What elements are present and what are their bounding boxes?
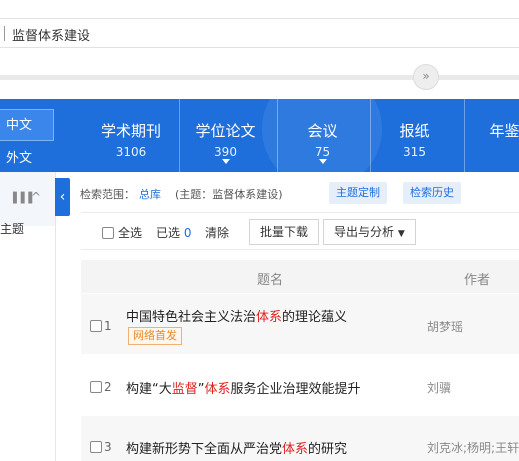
tab-journals-label: 学术期刊 (100, 122, 161, 140)
search-scope: 检索范围： 总库 (主题：监督体系建设) (80, 186, 283, 202)
scope-library[interactable]: 总库 (139, 188, 161, 201)
tab-conferences-label: 会议 (307, 122, 338, 140)
tab-journals-count: 3106 (115, 145, 147, 159)
online-first-badge: 网络首发 (128, 327, 182, 345)
row-author[interactable]: 刘骥 (427, 379, 451, 396)
search-bar[interactable]: 监督体系建设 (0, 18, 519, 48)
row-index: 1 (104, 319, 112, 333)
tab-journals[interactable]: 学术期刊 3106 (90, 99, 172, 172)
search-history-button[interactable]: 检索历史 (403, 182, 461, 204)
scope-topic-query: (主题：监督体系建设) (175, 188, 283, 201)
select-all-checkbox[interactable] (102, 226, 114, 239)
search-input[interactable]: 监督体系建设 (12, 25, 90, 44)
selected-count: 已选 0 (156, 224, 191, 241)
title-text: ” (197, 382, 205, 397)
tab-dropdown-icon (221, 159, 230, 164)
title-text: 构建新形势下全面从严治党 (126, 442, 283, 457)
result-toolbar: 全选 已选 0 清除 批量下载 导出与分析 ▼ (81, 212, 519, 250)
tab-conferences[interactable]: 会议 75 (277, 99, 367, 172)
title-highlight: 体系 (204, 382, 231, 397)
title-text: 的理论蕴义 (282, 310, 348, 325)
export-analysis-label: 导出与分析 (334, 225, 395, 239)
selected-label: 已选 (156, 226, 181, 240)
export-analysis-button[interactable]: 导出与分析 ▼ (323, 219, 416, 245)
row-title-link[interactable]: 中国特色社会主义法治体系的理论蕴义 (126, 306, 347, 325)
title-text: 服务企业治理效能提升 (230, 382, 361, 397)
row-checkbox[interactable] (90, 441, 102, 453)
row-title-link[interactable]: 构建“大监督”体系服务企业治理效能提升 (126, 378, 361, 397)
scope-label: 检索范围： (80, 188, 135, 201)
sidebar-header: ▐▐▐ ^ (0, 172, 55, 226)
tab-yearbooks[interactable]: 年鉴 (464, 99, 519, 172)
tab-dropdown-icon (318, 159, 327, 164)
batch-download-button[interactable]: 批量下载 (249, 219, 320, 245)
title-text: 中国特色社会主义法治 (126, 310, 257, 325)
table-row: 2 构建“大监督”体系服务企业治理效能提升 刘骥 (81, 354, 519, 416)
row-checkbox[interactable] (90, 381, 102, 393)
row-index: 3 (104, 440, 112, 454)
row-author[interactable]: 刘克冰;杨明;王轩 (427, 439, 519, 456)
chevron-up-icon[interactable]: ^ (31, 190, 41, 204)
tab-newspapers-label: 报纸 (399, 122, 430, 140)
tab-conferences-count: 75 (314, 145, 331, 159)
row-index: 2 (104, 380, 112, 394)
bar-chart-icon[interactable]: ▐▐▐ (9, 193, 32, 204)
caret-down-icon: ▼ (397, 229, 405, 239)
topic-custom-button[interactable]: 主题定制 (329, 182, 387, 204)
title-text: 构建“大 (126, 382, 172, 397)
chevron-left-icon[interactable]: ‹ (55, 178, 70, 216)
filter-sidebar: ▐▐▐ ^ 主题 (0, 172, 56, 461)
double-chevron-down-icon[interactable]: » (413, 64, 439, 90)
column-title[interactable]: 题名 (257, 269, 283, 288)
table-row: 1 中国特色社会主义法治体系的理论蕴义 网络首发 胡梦瑶 (81, 294, 519, 354)
clear-button[interactable]: 清除 (205, 224, 229, 241)
selected-number: 0 (183, 226, 192, 240)
title-highlight: 体系 (256, 310, 283, 325)
text-cursor (4, 26, 5, 41)
column-author[interactable]: 作者 (464, 269, 490, 288)
language-tab-chinese[interactable]: 中文 (0, 109, 54, 141)
tab-dissertations[interactable]: 学位论文 390 (179, 99, 271, 172)
tab-dissertations-count: 390 (214, 145, 237, 159)
tab-yearbooks-label: 年鉴 (489, 122, 519, 140)
collapse-divider (0, 75, 519, 80)
table-row: 3 构建新形势下全面从严治党体系的研究 刘克冰;杨明;王轩 (81, 416, 519, 461)
row-title-link[interactable]: 构建新形势下全面从严治党体系的研究 (126, 438, 347, 457)
table-header: 题名 作者 (81, 260, 519, 293)
tab-newspapers-count: 315 (403, 145, 426, 159)
title-highlight: 体系 (282, 442, 309, 457)
tab-newspapers[interactable]: 报纸 315 (370, 99, 458, 172)
select-all[interactable]: 全选 (102, 224, 142, 241)
sidebar-item-topic[interactable]: 主题 (0, 220, 24, 237)
title-text: 的研究 (308, 442, 348, 457)
title-highlight: 监督 (171, 382, 198, 397)
select-all-label: 全选 (118, 226, 143, 240)
tab-dissertations-label: 学位论文 (195, 122, 256, 140)
row-author[interactable]: 胡梦瑶 (427, 318, 463, 335)
database-tab-bar: 中文 外文 学术期刊 3106 学位论文 390 会议 75 报纸 315 年鉴 (0, 99, 519, 172)
language-tab-foreign[interactable]: 外文 (0, 143, 54, 172)
row-checkbox[interactable] (90, 320, 102, 332)
